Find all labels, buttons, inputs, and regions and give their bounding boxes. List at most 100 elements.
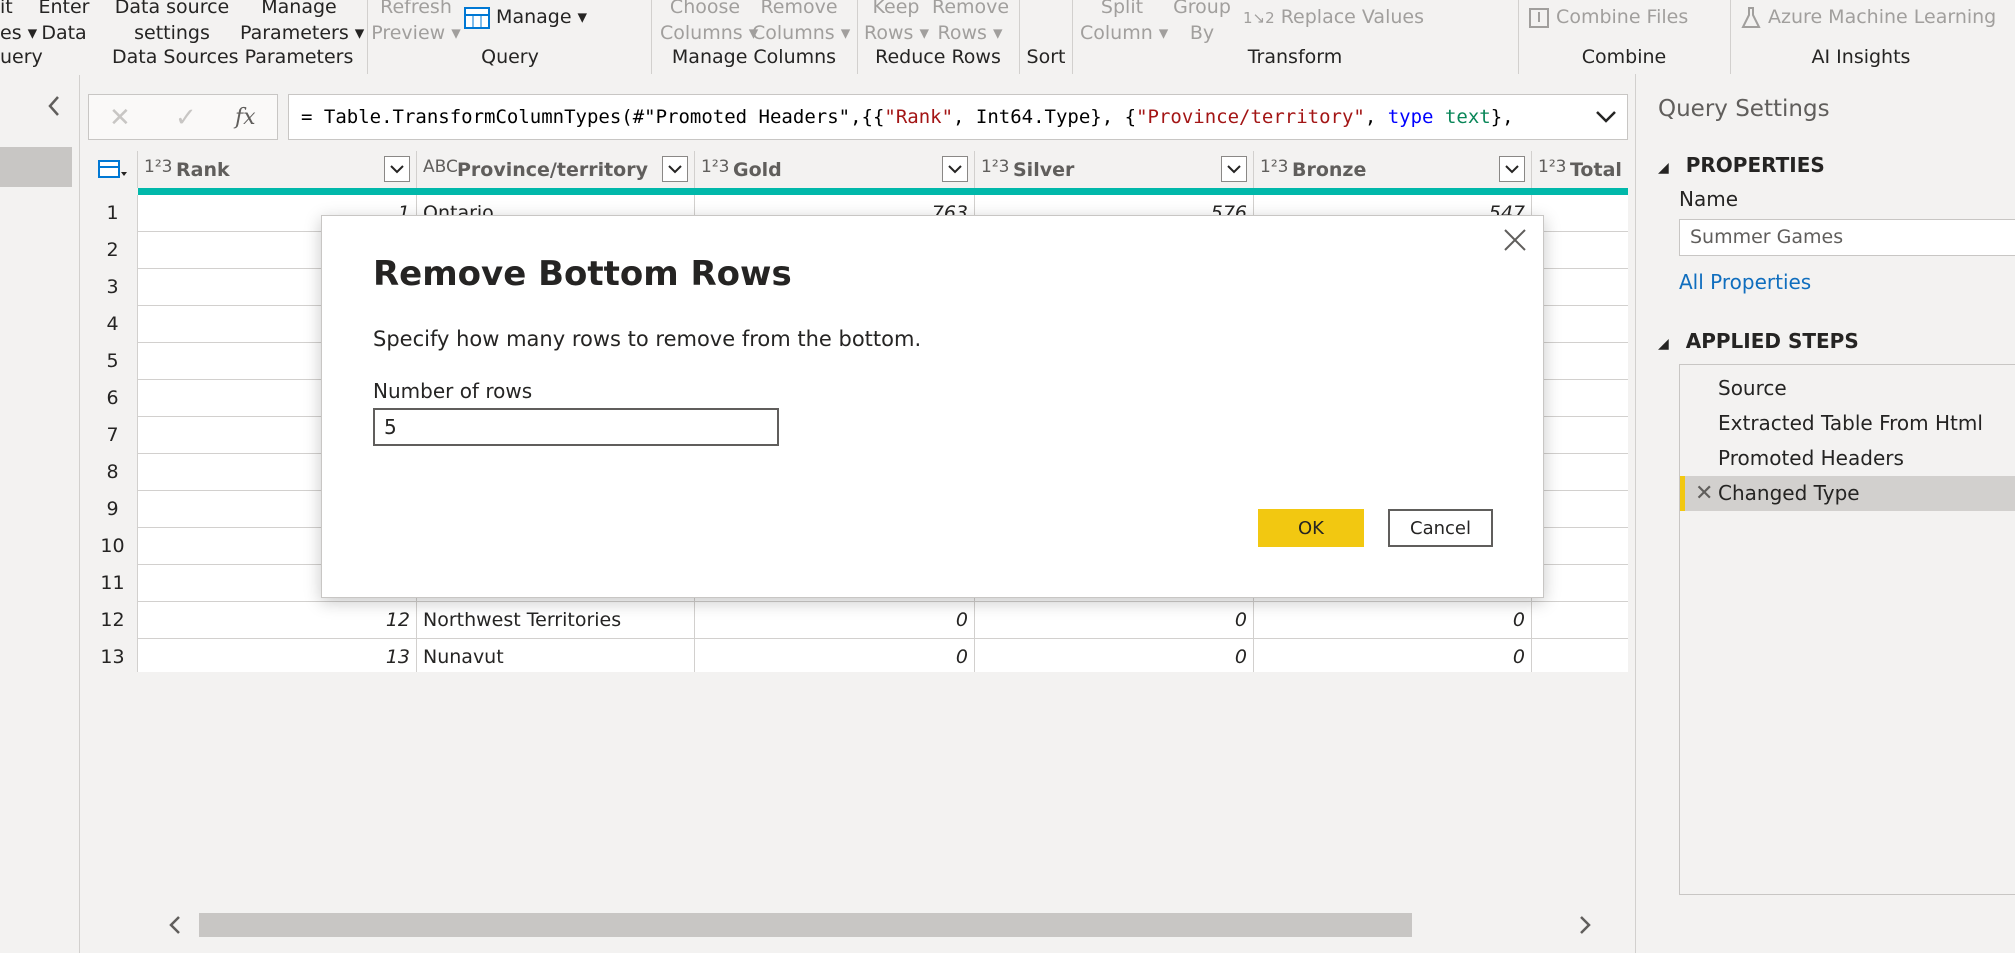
cell-rank[interactable]: 12 <box>138 602 417 639</box>
cell-province[interactable]: Nunavut <box>417 639 695 672</box>
column-filter-dropdown[interactable] <box>384 156 410 182</box>
cell-total[interactable] <box>1532 454 1628 491</box>
formula-bar[interactable]: = Table.TransformColumnTypes(#"Promoted … <box>288 94 1628 140</box>
commit-formula-icon[interactable]: ✓ <box>175 103 197 133</box>
scroll-right-icon[interactable] <box>1577 915 1593 935</box>
column-filter-dropdown[interactable] <box>662 156 688 182</box>
choose-columns-button[interactable]: Choose Columns ▾ <box>660 0 758 46</box>
step-extracted-table[interactable]: Extracted Table From Html <box>1680 406 2015 441</box>
row-number[interactable]: 3 <box>88 269 138 306</box>
split-column-button[interactable]: Split Column ▾ <box>1080 0 1168 46</box>
scrollbar-thumb[interactable] <box>199 913 1412 937</box>
cell-bronze[interactable]: 0 <box>1254 639 1532 672</box>
column-header[interactable]: 1²3 Rank <box>138 151 417 188</box>
step-changed-type[interactable]: ✕ Changed Type <box>1680 476 2015 511</box>
scroll-left-icon[interactable] <box>167 915 183 935</box>
row-number[interactable]: 4 <box>88 306 138 343</box>
cancel-formula-icon[interactable]: ✕ <box>109 103 131 133</box>
column-type-icon[interactable]: 1²3 <box>1538 157 1566 177</box>
row-number[interactable]: 2 <box>88 232 138 269</box>
column-header[interactable]: 1²3 Bronze <box>1254 151 1532 188</box>
row-number[interactable]: 13 <box>88 639 138 672</box>
query-name-input[interactable]: Summer Games <box>1679 219 2015 256</box>
keep-rows-button[interactable]: Keep Rows ▾ <box>864 0 929 46</box>
fx-icon[interactable]: fx <box>235 105 256 130</box>
horizontal-scrollbar[interactable] <box>137 910 1628 940</box>
group-by-button[interactable]: Group By <box>1166 0 1238 46</box>
table-row[interactable]: 13 13 Nunavut 0 0 0 <box>88 639 1628 672</box>
group-combine: Combine <box>1581 46 1667 68</box>
data-source-settings-button[interactable]: Data source settings <box>112 0 232 46</box>
expand-formula-chevron-icon[interactable] <box>1595 109 1617 125</box>
cell-total[interactable] <box>1532 195 1628 232</box>
row-number[interactable]: 8 <box>88 454 138 491</box>
column-filter-dropdown[interactable] <box>1221 156 1247 182</box>
row-number[interactable]: 9 <box>88 491 138 528</box>
cell-total[interactable] <box>1532 565 1628 602</box>
manage-parameters-button[interactable]: Manage Parameters ▾ <box>240 0 364 46</box>
formula-part: , <box>1364 106 1388 128</box>
cancel-button[interactable]: Cancel <box>1388 509 1493 547</box>
collapse-pane-chevron-icon[interactable] <box>44 94 64 118</box>
all-properties-link[interactable]: All Properties <box>1679 270 1811 294</box>
name-label: Name <box>1679 187 1739 211</box>
row-number[interactable]: 12 <box>88 602 138 639</box>
cell-total[interactable] <box>1532 269 1628 306</box>
cell-province[interactable]: Northwest Territories <box>417 602 695 639</box>
formula-part: , Int64.Type}, { <box>953 106 1137 128</box>
remove-rows-button[interactable]: Remove Rows ▾ <box>932 0 1009 46</box>
row-number[interactable]: 7 <box>88 417 138 454</box>
cell-total[interactable] <box>1532 602 1628 639</box>
cell-silver[interactable]: 0 <box>975 639 1254 672</box>
cell-total[interactable] <box>1532 417 1628 454</box>
cell-total[interactable] <box>1532 639 1628 672</box>
manage-button[interactable]: Manage ▾ <box>464 4 587 30</box>
table-menu-header[interactable] <box>88 151 138 188</box>
cell-bronze[interactable]: 0 <box>1254 602 1532 639</box>
row-number[interactable]: 11 <box>88 565 138 602</box>
step-source[interactable]: Source <box>1680 371 2015 406</box>
cell-gold[interactable]: 0 <box>695 602 975 639</box>
column-header[interactable]: ABC Province/territory <box>417 151 695 188</box>
column-filter-dropdown[interactable] <box>942 156 968 182</box>
ok-button[interactable]: OK <box>1258 509 1364 547</box>
row-number[interactable]: 1 <box>88 195 138 232</box>
column-type-icon[interactable]: 1²3 <box>701 157 729 177</box>
column-type-icon[interactable]: 1²3 <box>1260 157 1288 177</box>
remove-columns-button[interactable]: Remove Columns ▾ <box>752 0 850 46</box>
close-icon[interactable] <box>1501 226 1529 254</box>
cell-rank[interactable]: 13 <box>138 639 417 672</box>
cell-total[interactable] <box>1532 306 1628 343</box>
applied-steps-section[interactable]: ◢ APPLIED STEPS <box>1658 329 1859 353</box>
row-number[interactable]: 6 <box>88 380 138 417</box>
enter-data-button[interactable]: Enter Data <box>38 0 90 46</box>
cell-total[interactable] <box>1532 380 1628 417</box>
column-type-icon[interactable]: 1²3 <box>144 157 172 177</box>
column-type-icon[interactable]: 1²3 <box>981 157 1009 177</box>
column-filter-dropdown[interactable] <box>1499 156 1525 182</box>
split-column-label: Split Column ▾ <box>1080 0 1169 44</box>
cell-gold[interactable]: 0 <box>695 639 975 672</box>
recent-sources-button[interactable]: it es ▾ <box>0 0 37 46</box>
number-of-rows-input[interactable] <box>373 408 779 446</box>
row-number[interactable]: 5 <box>88 343 138 380</box>
refresh-preview-button[interactable]: Refresh Preview ▾ <box>370 0 462 46</box>
cell-silver[interactable]: 0 <box>975 602 1254 639</box>
azure-ml-button[interactable]: Azure Machine Learning <box>1740 4 2000 30</box>
cell-total[interactable] <box>1532 232 1628 269</box>
cell-total[interactable] <box>1532 491 1628 528</box>
row-number[interactable]: 10 <box>88 528 138 565</box>
delete-step-icon[interactable]: ✕ <box>1695 476 1713 511</box>
column-header[interactable]: 1²3 Silver <box>975 151 1254 188</box>
cell-total[interactable] <box>1532 528 1628 565</box>
column-header[interactable]: 1²3 Gold <box>695 151 975 188</box>
column-type-icon[interactable]: ABC <box>423 157 458 177</box>
column-header[interactable]: 1²3 Total <box>1532 151 1628 188</box>
combine-files-button[interactable]: Combine Files <box>1528 4 1688 30</box>
table-row[interactable]: 12 12 Northwest Territories 0 0 0 <box>88 602 1628 639</box>
step-promoted-headers[interactable]: Promoted Headers <box>1680 441 2015 476</box>
selected-query-item[interactable] <box>0 147 72 187</box>
cell-total[interactable] <box>1532 343 1628 380</box>
properties-section[interactable]: ◢ PROPERTIES <box>1658 153 1825 177</box>
replace-values-button[interactable]: 1↘2 Replace Values <box>1243 4 1443 31</box>
